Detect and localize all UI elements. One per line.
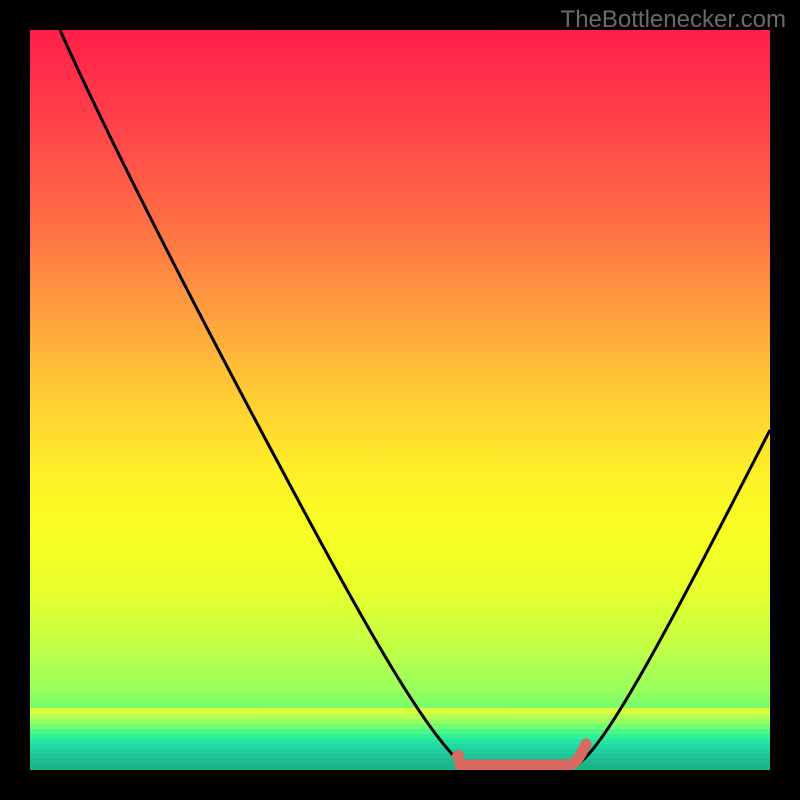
bottleneck-curve xyxy=(60,30,770,766)
plot-area xyxy=(30,30,770,770)
curve-svg xyxy=(30,30,770,770)
watermark-text: TheBottlenecker.com xyxy=(561,6,786,34)
marker-flat-bar xyxy=(460,744,586,765)
